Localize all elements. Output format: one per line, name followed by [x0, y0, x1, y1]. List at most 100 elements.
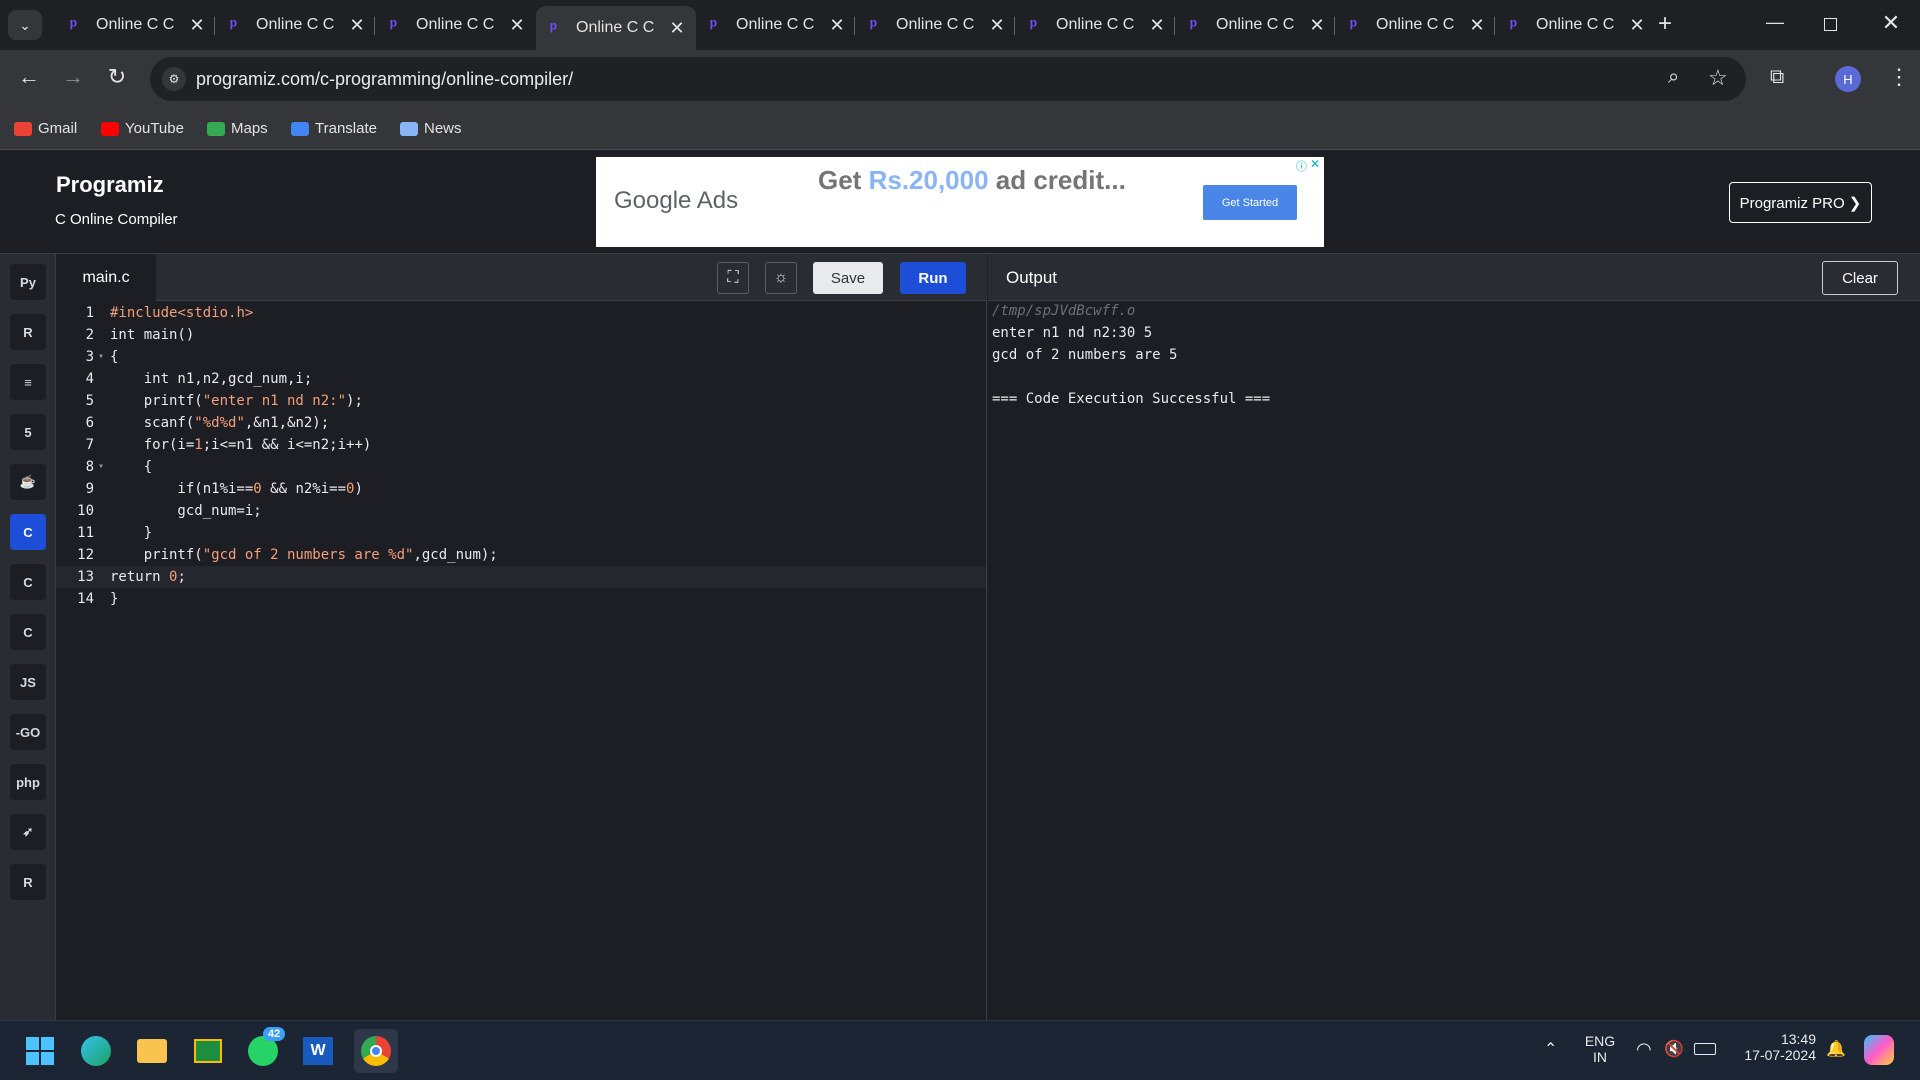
back-button[interactable]: ← — [14, 64, 44, 94]
ad-info-icon[interactable]: ⓘ — [1296, 158, 1307, 174]
code-line[interactable]: 9 if(n1%i==0 && n2%i==0) — [56, 478, 986, 500]
browser-tab[interactable]: ᵖ Online C C ✕ — [216, 6, 376, 44]
python-icon[interactable]: Py — [10, 264, 46, 300]
tab-close-icon[interactable]: ✕ — [1468, 15, 1486, 36]
code-line[interactable]: 5 printf("enter n1 nd n2:"); — [56, 390, 986, 412]
browser-tab[interactable]: ᵖ Online C C ✕ — [376, 6, 536, 44]
edge-taskbar-icon[interactable] — [78, 1033, 114, 1069]
tab-close-icon[interactable]: ✕ — [1308, 15, 1326, 36]
c-icon[interactable]: C — [10, 514, 46, 550]
tab-close-icon[interactable]: ✕ — [188, 15, 206, 36]
zoom-icon[interactable]: ⌕ — [1668, 66, 1679, 89]
programiz-favicon-icon: ᵖ — [1190, 15, 1198, 35]
csharp-icon[interactable]: C — [10, 614, 46, 650]
language-indicator[interactable]: ENG IN — [1578, 1033, 1622, 1065]
code-line[interactable]: 13 return 0; — [56, 566, 986, 588]
notification-bell-icon[interactable]: 🔔 — [1826, 1039, 1846, 1059]
code-line[interactable]: 2 int main() — [56, 324, 986, 346]
bookmark-maps[interactable]: Maps — [207, 120, 268, 137]
word-taskbar-icon[interactable]: W — [300, 1033, 336, 1069]
swift-icon[interactable]: ➶ — [10, 814, 46, 850]
tab-close-icon[interactable]: ✕ — [1148, 15, 1166, 36]
browser-tab[interactable]: ᵖ Online C C ✕ — [56, 6, 216, 44]
wifi-icon[interactable]: ◠ — [1636, 1039, 1652, 1060]
fold-toggle-icon[interactable]: ▾ — [98, 346, 104, 368]
copilot-icon[interactable] — [1864, 1035, 1894, 1065]
file-explorer-taskbar-icon[interactable] — [134, 1033, 170, 1069]
start-button[interactable] — [22, 1033, 58, 1069]
tab-close-icon[interactable]: ✕ — [988, 15, 1006, 36]
show-hidden-icons[interactable]: ⌃ — [1544, 1039, 1557, 1059]
browser-tab[interactable]: ᵖ Online C C ✕ — [696, 6, 856, 44]
browser-tab[interactable]: ᵖ Online C C ✕ — [1016, 6, 1176, 44]
theme-toggle-button[interactable]: ☼ — [765, 262, 797, 294]
url-text[interactable]: programiz.com/c-programming/online-compi… — [196, 69, 573, 90]
code-line[interactable]: 12 printf("gcd of 2 numbers are %d",gcd_… — [56, 544, 986, 566]
restore-button[interactable] — [1818, 14, 1844, 36]
fold-toggle-icon[interactable]: ▾ — [98, 456, 104, 478]
menu-icon[interactable]: ⋮ — [1888, 64, 1910, 90]
ad-banner[interactable]: Google Ads Get Rs.20,000 ad credit... Ge… — [596, 157, 1324, 247]
go-icon[interactable]: -GO — [10, 714, 46, 750]
clock[interactable]: 13:49 17-07-2024 — [1732, 1031, 1816, 1063]
run-button[interactable]: Run — [900, 262, 966, 294]
code-line[interactable]: 14} — [56, 588, 986, 610]
save-button[interactable]: Save — [813, 262, 883, 294]
address-bar[interactable]: ⚙ programiz.com/c-programming/online-com… — [150, 57, 1746, 101]
ad-close-icon[interactable]: ✕ — [1310, 157, 1320, 171]
classroom-taskbar-icon[interactable] — [190, 1033, 226, 1069]
code-line[interactable]: 10 gcd_num=i; — [56, 500, 986, 522]
browser-tab[interactable]: ᵖ Online C C ✕ — [1496, 6, 1656, 44]
volume-muted-icon[interactable]: 🔇 — [1664, 1039, 1684, 1059]
code-line[interactable]: 1 #include<stdio.h> — [56, 302, 986, 324]
rust-icon[interactable]: R — [10, 864, 46, 900]
code-line[interactable]: 3 ▾ { — [56, 346, 986, 368]
profile-avatar[interactable]: H — [1835, 66, 1861, 92]
sql-icon[interactable]: ≡ — [10, 364, 46, 400]
programiz-pro-button[interactable]: Programiz PRO ❯ — [1729, 182, 1872, 223]
tab-close-icon[interactable]: ✕ — [508, 15, 526, 36]
close-window-button[interactable]: ✕ — [1876, 10, 1906, 38]
r-icon[interactable]: R — [10, 314, 46, 350]
new-tab-button[interactable]: + — [1652, 12, 1678, 38]
tab-search-button[interactable]: ⌄ — [8, 10, 42, 40]
code-line[interactable]: 6 scanf("%d%d",&n1,&n2); — [56, 412, 986, 434]
site-info-icon[interactable]: ⚙ — [162, 67, 186, 91]
reload-button[interactable]: ↻ — [102, 64, 132, 94]
html-icon[interactable]: 5 — [10, 414, 46, 450]
bookmark-translate[interactable]: Translate — [291, 120, 377, 137]
file-tab-main-c[interactable]: main.c — [56, 254, 156, 301]
chrome-taskbar-icon[interactable] — [354, 1029, 398, 1073]
ad-cta-button[interactable]: Get Started — [1203, 185, 1297, 220]
bookmark-youtube[interactable]: YouTube — [101, 120, 184, 137]
php-icon[interactable]: php — [10, 764, 46, 800]
code-line[interactable]: 7 for(i=1;i<=n1 && i<=n2;i++) — [56, 434, 986, 456]
tab-close-icon[interactable]: ✕ — [1628, 15, 1646, 36]
whatsapp-taskbar-icon[interactable]: 42 — [245, 1027, 286, 1069]
browser-tab[interactable]: ᵖ Online C C ✕ — [1176, 6, 1336, 44]
programiz-logo[interactable]: Programiz — [56, 172, 164, 198]
minimize-button[interactable]: — — [1760, 12, 1790, 38]
clear-button[interactable]: Clear — [1822, 261, 1898, 295]
bookmark-news[interactable]: News — [400, 120, 462, 137]
code-area[interactable]: 1 #include<stdio.h> 2 int main() 3 ▾{4 int n1… — [56, 301, 987, 1020]
java-icon[interactable]: ☕ — [10, 464, 46, 500]
code-line[interactable]: 11 } — [56, 522, 986, 544]
code-line[interactable]: 8 ▾ { — [56, 456, 986, 478]
cpp-icon[interactable]: C — [10, 564, 46, 600]
tab-close-icon[interactable]: ✕ — [668, 18, 686, 39]
forward-button[interactable]: → — [58, 64, 88, 94]
browser-tab[interactable]: ᵖ Online C C ✕ — [856, 6, 1016, 44]
code-line[interactable]: 4 int n1,n2,gcd_num,i; — [56, 368, 986, 390]
browser-tab-active[interactable]: ᵖ Online C C ✕ — [536, 6, 696, 50]
js-icon[interactable]: JS — [10, 664, 46, 700]
tab-close-icon[interactable]: ✕ — [828, 15, 846, 36]
tab-close-icon[interactable]: ✕ — [348, 15, 366, 36]
output-console[interactable]: /tmp/spJVdBcwff.o enter n1 nd n2:30 5 gcd … — [988, 301, 1920, 1020]
battery-icon[interactable] — [1694, 1043, 1716, 1055]
bookmark-gmail[interactable]: Gmail — [14, 120, 77, 137]
extensions-icon[interactable]: ⧉ — [1770, 66, 1784, 89]
fullscreen-button[interactable]: ⛶ — [717, 262, 749, 294]
bookmark-star-icon[interactable]: ☆ — [1708, 65, 1728, 91]
browser-tab[interactable]: ᵖ Online C C ✕ — [1336, 6, 1496, 44]
